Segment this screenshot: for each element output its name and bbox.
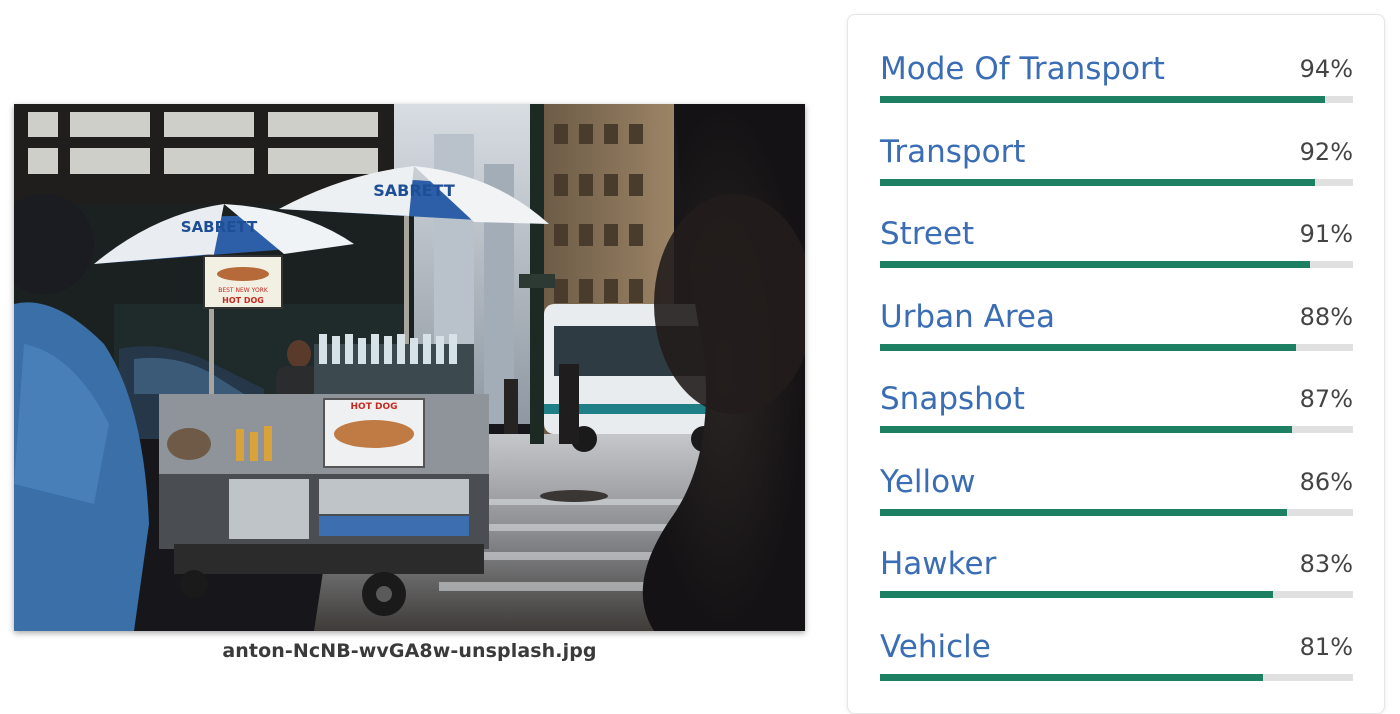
svg-text:SABRETT: SABRETT <box>181 218 258 236</box>
label-score: 94% <box>1299 55 1353 83</box>
svg-text:BEST NEW YORK: BEST NEW YORK <box>218 287 269 294</box>
label-row-yellow: Yellow 86% <box>880 464 1353 547</box>
label-row-transport: Transport 92% <box>880 134 1353 217</box>
label-name-link[interactable]: Urban Area <box>880 299 1055 335</box>
label-row-hawker: Hawker 83% <box>880 546 1353 629</box>
confidence-bar-fill <box>880 178 1316 186</box>
confidence-bar-fill <box>880 343 1297 351</box>
label-name-link[interactable]: Snapshot <box>880 381 1025 417</box>
label-row-mode-of-transport: Mode Of Transport 94% <box>880 51 1353 134</box>
label-name-link[interactable]: Transport <box>880 134 1025 170</box>
label-score: 92% <box>1299 137 1353 166</box>
label-score: 86% <box>1299 467 1353 496</box>
confidence-bar-fill <box>880 96 1325 103</box>
confidence-bar-fill <box>880 591 1273 598</box>
svg-text:HOT DOG: HOT DOG <box>222 296 264 305</box>
svg-text:SABRETT: SABRETT <box>373 181 455 200</box>
confidence-bar-fill <box>880 426 1292 433</box>
label-score: 83% <box>1299 550 1353 578</box>
confidence-bar-fill <box>880 508 1287 516</box>
confidence-bar-fill <box>880 673 1264 681</box>
confidence-bar-track <box>880 508 1353 516</box>
label-score: 88% <box>1299 302 1353 331</box>
label-score: 81% <box>1299 632 1353 661</box>
label-row-snapshot: Snapshot 87% <box>880 381 1353 464</box>
confidence-bar-track <box>880 343 1353 351</box>
confidence-bar-track <box>880 673 1353 681</box>
confidence-bar-track <box>880 96 1353 103</box>
label-score: 87% <box>1299 385 1353 413</box>
photo-preview: SABRETT SABRETT BEST NEW YORK HOT DOG HO… <box>14 104 805 631</box>
labels-panel: Mode Of Transport 94% Transport 92% Stre… <box>847 14 1385 714</box>
label-score: 91% <box>1299 220 1353 248</box>
label-name-link[interactable]: Yellow <box>880 464 975 500</box>
street-photo: SABRETT SABRETT BEST NEW YORK HOT DOG HO… <box>14 104 805 631</box>
confidence-bar-track <box>880 261 1353 268</box>
confidence-bar-track <box>880 178 1353 186</box>
svg-text:HOT DOG: HOT DOG <box>351 402 398 412</box>
label-name-link[interactable]: Street <box>880 216 974 252</box>
label-list: Mode Of Transport 94% Transport 92% Stre… <box>880 51 1353 711</box>
confidence-bar-track <box>880 426 1353 433</box>
hotdog-sign: BEST NEW YORK HOT DOG <box>203 255 283 309</box>
image-filename-caption: anton-NcNB-wvGA8w-unsplash.jpg <box>222 640 597 662</box>
confidence-bar-track <box>880 591 1353 598</box>
label-name-link[interactable]: Mode Of Transport <box>880 51 1165 87</box>
label-row-street: Street 91% <box>880 216 1353 299</box>
confidence-bar-fill <box>880 261 1311 268</box>
label-name-link[interactable]: Hawker <box>880 546 996 582</box>
label-name-link[interactable]: Vehicle <box>880 629 991 665</box>
label-row-urban-area: Urban Area 88% <box>880 299 1353 382</box>
